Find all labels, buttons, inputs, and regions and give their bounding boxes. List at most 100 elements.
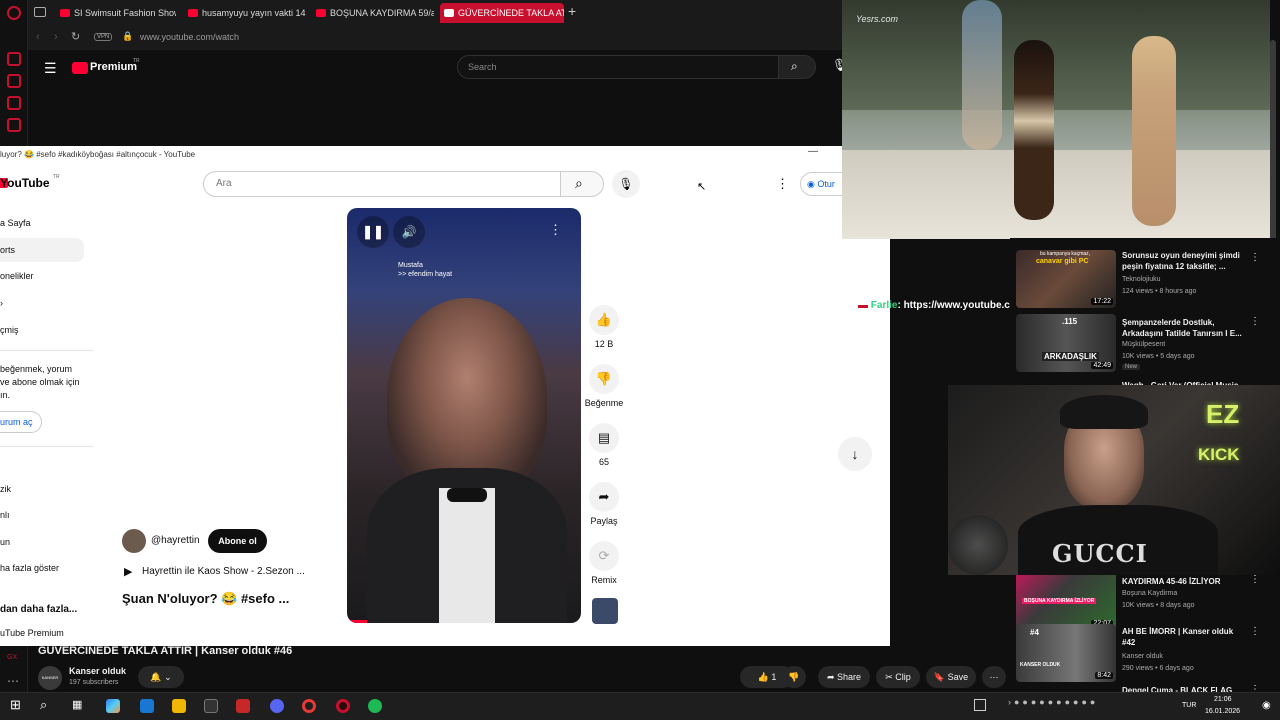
pause-icon[interactable]: ❚❚ <box>357 216 389 248</box>
keyboard-icon[interactable] <box>974 699 986 711</box>
system-tray-icons[interactable]: ›●●●●●●●●●● <box>1008 697 1098 707</box>
opera-icon[interactable] <box>302 699 316 713</box>
file-explorer-icon[interactable] <box>172 699 186 713</box>
messenger-icon[interactable] <box>7 96 21 110</box>
search-icon[interactable]: ⌕ <box>40 697 47 713</box>
rec-title[interactable]: AH BE İMORR | Kanser olduk #42 <box>1122 626 1246 648</box>
youtube-logo-icon[interactable] <box>72 62 88 74</box>
sidebar-item-gaming[interactable]: un <box>0 537 10 547</box>
refresh-sidebar-icon[interactable] <box>7 52 21 66</box>
vpn-badge[interactable]: VPN <box>94 33 113 41</box>
windows-start-icon[interactable]: ⊞ <box>10 697 21 713</box>
like-action[interactable]: 👍 12 B <box>586 305 622 349</box>
clip-button[interactable]: ✂ Clip <box>876 666 920 688</box>
video-more-icon[interactable]: ⋮ <box>549 222 562 238</box>
rec-channel[interactable]: Boşuna Kaydirma <box>1122 589 1246 599</box>
dislike-button[interactable]: 👎 <box>782 666 806 688</box>
more-options-icon[interactable]: ⋮ <box>776 176 789 192</box>
menu-icon[interactable]: ☰ <box>44 60 57 77</box>
rec-channel[interactable]: Teknolojiuku <box>1122 275 1246 285</box>
new-badge: New <box>1122 364 1141 370</box>
front-search-input[interactable]: Ara <box>203 171 561 197</box>
rec-title[interactable]: KAYDIRMA 45-46 İZLİYOR <box>1122 576 1246 587</box>
rec-channel[interactable]: Müşkülpesent <box>1122 340 1246 350</box>
share-action[interactable]: ➦ Paylaş <box>586 482 622 526</box>
lock-icon[interactable]: 🔒 <box>122 31 133 42</box>
copilot-icon[interactable] <box>106 699 120 713</box>
shorts-video-player[interactable]: ❚❚ 🔊 ⋮ Mustafa >> efendim hayat <box>347 208 581 623</box>
subscribe-button[interactable]: Abone ol <box>208 529 267 553</box>
more-actions-button[interactable]: ⋯ <box>982 666 1006 688</box>
dislike-action[interactable]: 👎 Beğenme <box>584 364 624 408</box>
channel-handle[interactable]: @hayrettin <box>151 535 200 546</box>
tab-manager-icon[interactable] <box>34 7 46 17</box>
sidebar-item-show-more[interactable]: ha fazla göster <box>0 563 59 573</box>
back-icon[interactable]: ‹ <box>36 31 40 43</box>
rec-thumbnail[interactable]: BOŞUNA KAYDIRMA İZLİYOR 22:07 <box>1016 572 1116 630</box>
bag-icon[interactable] <box>7 74 21 88</box>
playlist-link[interactable]: Hayrettin ile Kaos Show - 2.Sezon ... <box>142 566 305 577</box>
rec-more-icon[interactable]: ⋮ <box>1250 316 1260 327</box>
rec-more-icon[interactable]: ⋮ <box>1250 626 1260 637</box>
minimize-button[interactable]: — <box>808 146 818 157</box>
opera-gx-icon[interactable] <box>336 699 350 713</box>
sound-thumbnail[interactable] <box>592 598 618 624</box>
back-search-input[interactable]: Search <box>457 55 779 79</box>
front-search-button[interactable]: ⌕ <box>560 171 604 197</box>
url-field[interactable]: www.youtube.com/watch <box>140 32 239 42</box>
gx-icon[interactable]: GX <box>7 654 21 668</box>
reload-icon[interactable]: ↻ <box>71 30 80 43</box>
divider <box>0 350 94 351</box>
save-button[interactable]: 🔖 Save <box>926 666 976 688</box>
signin-button[interactable]: ◉ Otur <box>800 172 842 196</box>
sidebar-signin-button[interactable]: urum aç <box>0 411 42 433</box>
voice-app-icon[interactable] <box>236 699 250 713</box>
tab-husamyuyu[interactable]: husamyuyu yayın vakti 14 <box>184 3 306 23</box>
rec-more-icon[interactable]: ⋮ <box>1250 252 1260 263</box>
rec-more-icon[interactable]: ⋮ <box>1250 574 1260 585</box>
rec-thumbnail[interactable]: bu kampanya kaçmaz, canavar gibi PC 17:2… <box>1016 250 1116 308</box>
obs-icon[interactable] <box>204 699 218 713</box>
tab-bosuna-kaydirma[interactable]: BOŞUNA KAYDIRMA 59/a <box>312 3 434 23</box>
tab-swimsuit[interactable]: SI Swimsuit Fashion Show <box>56 3 176 23</box>
volume-icon[interactable]: 🔊 <box>393 216 425 248</box>
back-channel-name[interactable]: Kanser olduk <box>69 666 126 676</box>
games-icon[interactable] <box>7 118 21 132</box>
sidebar-item-subscriptions[interactable]: onelikler <box>0 271 34 281</box>
sidebar-item-history[interactable]: çmiş <box>0 325 19 335</box>
rec-title[interactable]: Şempanzelerde Dostluk, Arkadaşını Tatild… <box>1122 317 1246 339</box>
language-indicator[interactable]: TUR <box>1182 702 1196 709</box>
spotify-icon[interactable] <box>368 699 382 713</box>
forward-icon[interactable]: › <box>54 31 58 43</box>
rec-channel[interactable]: Kanser olduk <box>1122 652 1246 662</box>
playlist-play-icon[interactable]: ▶ <box>124 565 132 578</box>
rec-thumbnail[interactable]: .115 ARKADAŞLIK 42:49 <box>1016 314 1116 372</box>
notification-icon[interactable]: ◉ <box>1262 700 1271 711</box>
clock-time[interactable]: 21:06 <box>1214 696 1232 703</box>
video-progress-bar[interactable] <box>347 620 367 623</box>
new-tab-button[interactable]: + <box>568 3 576 19</box>
opera-logo-icon[interactable] <box>7 6 21 20</box>
next-short-button[interactable]: ↓ <box>838 437 872 471</box>
sidebar-item-music[interactable]: zik <box>0 484 11 494</box>
sidebar-item-premium[interactable]: uTube Premium <box>0 628 64 638</box>
comment-action[interactable]: ▤ 65 <box>586 423 622 467</box>
remix-action[interactable]: ⟳ Remix <box>586 541 622 585</box>
notification-button[interactable]: 🔔 ⌄ <box>138 666 184 688</box>
sidebar-item-live[interactable]: nlı <box>0 510 10 520</box>
rec-thumbnail[interactable]: #4 KANSER OLDUK 8:42 <box>1016 624 1116 682</box>
rec-title[interactable]: Sorunsuz oyun deneyimi şimdi peşin fiyat… <box>1122 250 1246 272</box>
mic-button[interactable]: 🎙 <box>612 170 640 198</box>
clock-date[interactable]: 16.01.2026 <box>1205 708 1240 715</box>
share-button[interactable]: ➦ Share <box>818 666 870 688</box>
back-search-button[interactable]: ⌕ <box>778 55 816 79</box>
channel-avatar[interactable] <box>122 529 146 553</box>
discord-icon[interactable] <box>270 699 284 713</box>
outlook-icon[interactable] <box>140 699 154 713</box>
sidebar-item-home[interactable]: a Sayfa <box>0 218 31 228</box>
more-icon[interactable]: ⋯ <box>7 674 21 688</box>
task-view-icon[interactable]: ▦ <box>72 698 82 711</box>
tab-guvercinede[interactable]: GÜVERCİNEDE TAKLA ATT <box>440 3 564 23</box>
back-channel-avatar[interactable]: KANSER OLDUK <box>38 666 62 690</box>
sidebar-item-you[interactable]: › <box>0 298 3 308</box>
